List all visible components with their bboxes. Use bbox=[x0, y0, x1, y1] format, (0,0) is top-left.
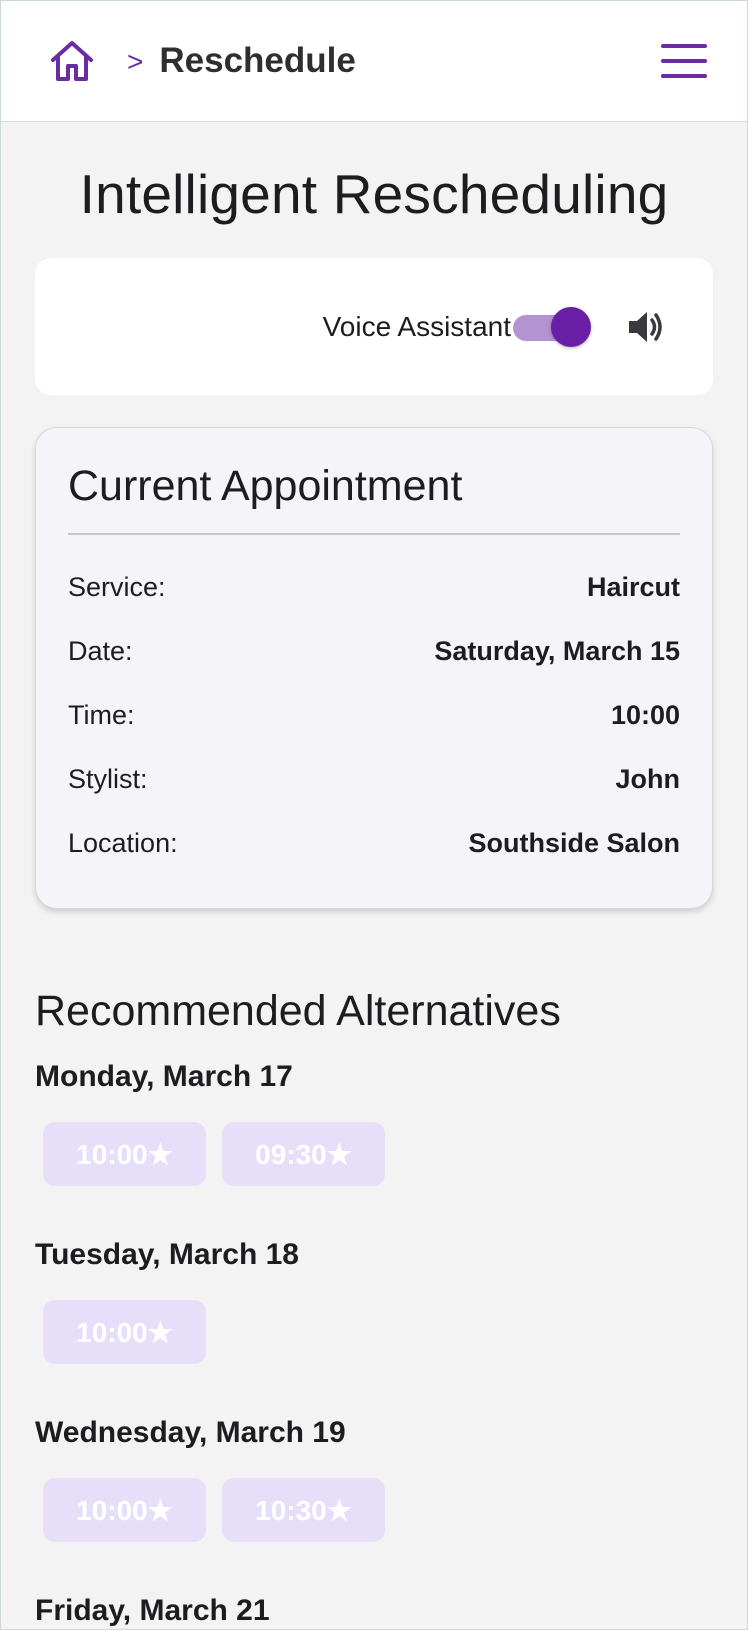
stylist-value: John bbox=[615, 763, 681, 794]
voice-assistant-card: Voice Assistant bbox=[35, 258, 713, 395]
page-title: Intelligent Rescheduling bbox=[79, 163, 669, 225]
alternative-day-monday: Monday, March 17 10:00★ 09:30★ bbox=[35, 1060, 713, 1224]
alternative-day-title: Wednesday, March 19 bbox=[35, 1416, 346, 1449]
hamburger-menu-icon[interactable] bbox=[661, 44, 707, 78]
stylist-label: Stylist: bbox=[68, 763, 148, 794]
alternative-day-title: Tuesday, March 18 bbox=[35, 1238, 299, 1271]
home-icon[interactable] bbox=[47, 36, 97, 86]
appointment-row-location: Location: Southside Salon bbox=[68, 811, 680, 875]
time-slot-button[interactable]: 10:00★ bbox=[43, 1300, 206, 1364]
speaker-icon[interactable] bbox=[625, 306, 667, 348]
time-label: Time: bbox=[68, 699, 135, 730]
date-label: Date: bbox=[68, 635, 133, 666]
time-slot-list: 10:00★ bbox=[35, 1300, 713, 1402]
toggle-knob bbox=[551, 306, 591, 347]
alternative-day-title: Monday, March 17 bbox=[35, 1060, 293, 1093]
alternative-day-title: Friday, March 21 bbox=[35, 1594, 270, 1627]
location-label: Location: bbox=[68, 827, 178, 858]
breadcrumb-current: Reschedule bbox=[159, 41, 356, 80]
voice-assistant-toggle[interactable] bbox=[513, 306, 591, 347]
appointment-row-stylist: Stylist: John bbox=[68, 747, 680, 811]
time-value: 10:00 bbox=[610, 699, 680, 730]
time-slot-button[interactable]: 10:00★ bbox=[43, 1478, 206, 1542]
current-appointment-card: Current Appointment Service: Haircut Dat… bbox=[35, 427, 713, 909]
time-slot-button[interactable]: 09:30★ bbox=[222, 1122, 385, 1186]
service-label: Service: bbox=[68, 571, 166, 602]
appointment-row-time: Time: 10:00 bbox=[68, 683, 680, 747]
current-appointment-title: Current Appointment bbox=[68, 462, 680, 535]
alternative-day-friday: Friday, March 21 bbox=[35, 1594, 713, 1628]
time-slot-list: 10:00★ 10:30★ bbox=[35, 1478, 713, 1580]
date-value: Saturday, March 15 bbox=[434, 635, 680, 666]
time-slot-list: 10:00★ 09:30★ bbox=[35, 1122, 713, 1224]
time-slot-button[interactable]: 10:00★ bbox=[43, 1122, 206, 1186]
header-bar: > Reschedule bbox=[1, 1, 747, 122]
alternative-day-wednesday: Wednesday, March 19 10:00★ 10:30★ bbox=[35, 1416, 713, 1580]
voice-assistant-label: Voice Assistant bbox=[322, 310, 511, 342]
breadcrumb-separator: > bbox=[127, 46, 144, 77]
appointment-row-service: Service: Haircut bbox=[68, 555, 680, 619]
alternative-day-tuesday: Tuesday, March 18 10:00★ bbox=[35, 1238, 713, 1402]
time-slot-button[interactable]: 10:30★ bbox=[222, 1478, 385, 1542]
service-value: Haircut bbox=[586, 571, 680, 602]
appointment-details: Service: Haircut Date: Saturday, March 1… bbox=[68, 555, 680, 875]
recommended-alternatives-heading: Recommended Alternatives bbox=[35, 987, 561, 1035]
location-value: Southside Salon bbox=[468, 827, 680, 858]
appointment-row-date: Date: Saturday, March 15 bbox=[68, 619, 680, 683]
page: > Reschedule Intelligent Rescheduling Vo… bbox=[0, 0, 748, 1630]
